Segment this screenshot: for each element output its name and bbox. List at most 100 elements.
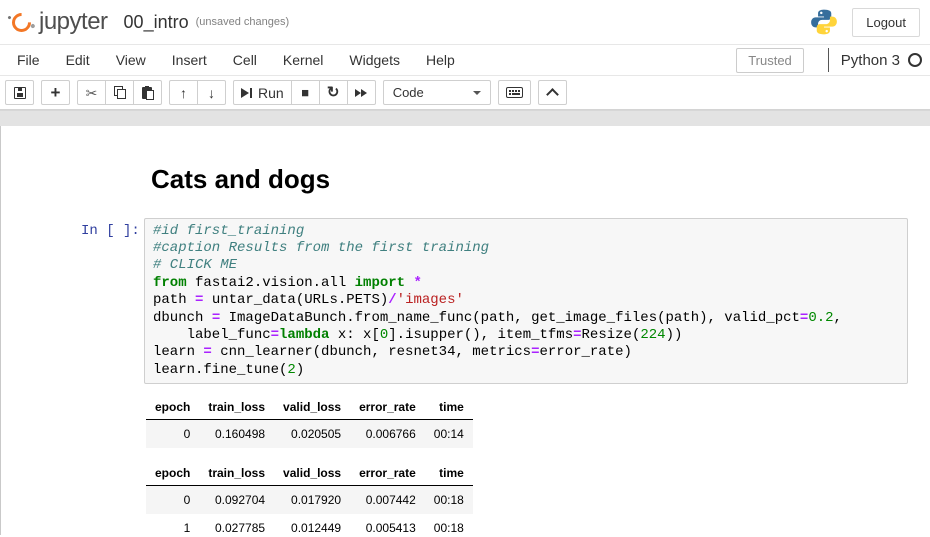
scroll-up-button[interactable] bbox=[538, 80, 567, 105]
menu-insert[interactable]: Insert bbox=[159, 45, 220, 75]
output-area: epochtrain_lossvalid_losserror_ratetime0… bbox=[146, 395, 930, 537]
move-cell-down-button[interactable]: ↓ bbox=[197, 80, 226, 105]
column-header: train_loss bbox=[199, 461, 274, 486]
floppy-icon bbox=[14, 87, 26, 99]
arrow-up-icon: ↑ bbox=[180, 86, 187, 100]
toolbar-group: + bbox=[41, 80, 70, 105]
paste-cell-button[interactable] bbox=[133, 80, 162, 105]
menu-file[interactable]: File bbox=[4, 45, 53, 75]
fast-forward-icon bbox=[355, 88, 368, 98]
scissors-icon: ✂ bbox=[86, 86, 98, 100]
output-table: epochtrain_lossvalid_losserror_ratetime0… bbox=[146, 461, 473, 537]
restart-icon: ↻ bbox=[327, 85, 340, 100]
cell-value: 0.020505 bbox=[274, 420, 350, 449]
caret-down-icon bbox=[473, 91, 481, 95]
command-palette-button[interactable] bbox=[498, 80, 531, 105]
column-header: error_rate bbox=[350, 395, 425, 420]
toolbar-group: ↑↓ bbox=[169, 80, 226, 105]
jupyter-logo-icon bbox=[8, 9, 35, 36]
toolbar: +✂↑↓Run■↻ Code bbox=[0, 76, 930, 110]
cell-value: 0.006766 bbox=[350, 420, 425, 449]
arrow-down-icon: ↓ bbox=[208, 86, 215, 100]
restart-run-all-button[interactable] bbox=[347, 80, 376, 105]
table-row: 00.1604980.0205050.00676600:14 bbox=[146, 420, 473, 449]
menu-cell[interactable]: Cell bbox=[220, 45, 270, 75]
column-header: time bbox=[425, 395, 473, 420]
cell-value: 0.027785 bbox=[199, 514, 274, 537]
column-header: error_rate bbox=[350, 461, 425, 486]
column-header: train_loss bbox=[199, 395, 274, 420]
save-notebook-button[interactable] bbox=[5, 80, 34, 105]
table-row: 10.0277850.0124490.00541300:18 bbox=[146, 514, 473, 537]
table-row: 00.0927040.0179200.00744200:18 bbox=[146, 486, 473, 515]
jupyter-logo[interactable]: jupyter bbox=[12, 8, 108, 36]
site-background-strip bbox=[0, 110, 930, 126]
stop-icon: ■ bbox=[301, 86, 309, 99]
column-header: epoch bbox=[146, 395, 199, 420]
cell-value: 0.092704 bbox=[199, 486, 274, 515]
code-area: #id first_training#caption Results from … bbox=[153, 223, 899, 380]
menu-help[interactable]: Help bbox=[413, 45, 468, 75]
output-table: epochtrain_lossvalid_losserror_ratetime0… bbox=[146, 395, 473, 448]
cell-value: 00:18 bbox=[425, 486, 473, 515]
code-line: #caption Results from the first training bbox=[153, 240, 899, 257]
code-line: dbunch = ImageDataBunch.from_name_func(p… bbox=[153, 310, 899, 327]
cell-value: 0.012449 bbox=[274, 514, 350, 537]
column-header: valid_loss bbox=[274, 395, 350, 420]
cell-type-selected: Code bbox=[393, 85, 424, 100]
insert-cell-below-button[interactable]: + bbox=[41, 80, 70, 105]
toolbar-group: ✂ bbox=[77, 80, 162, 105]
trusted-badge[interactable]: Trusted bbox=[736, 48, 804, 73]
cut-cell-button[interactable]: ✂ bbox=[77, 80, 106, 105]
cell-value: 0 bbox=[146, 486, 199, 515]
menu-edit[interactable]: Edit bbox=[53, 45, 103, 75]
run-cell-label: Run bbox=[258, 85, 284, 101]
cell-value: 0.160498 bbox=[199, 420, 274, 449]
toolbar-group bbox=[5, 80, 34, 105]
menu-widgets[interactable]: Widgets bbox=[336, 45, 413, 75]
cell-value: 0.005413 bbox=[350, 514, 425, 537]
cell-value: 0.007442 bbox=[350, 486, 425, 515]
cell-value: 0 bbox=[146, 420, 199, 449]
move-cell-up-button[interactable]: ↑ bbox=[169, 80, 198, 105]
column-header: valid_loss bbox=[274, 461, 350, 486]
plus-icon: + bbox=[51, 84, 61, 101]
code-line: # CLICK ME bbox=[153, 257, 899, 274]
run-cell-button[interactable]: Run bbox=[233, 80, 292, 105]
menubar-right: Trusted Python 3 bbox=[736, 48, 930, 73]
code-line: #id first_training bbox=[153, 223, 899, 240]
kernel-idle-icon bbox=[908, 53, 922, 67]
cell-value: 00:14 bbox=[425, 420, 473, 449]
copy-icon bbox=[114, 86, 126, 99]
chevron-up-icon bbox=[546, 88, 559, 101]
code-line: path = untar_data(URLs.PETS)/'images' bbox=[153, 292, 899, 309]
logo-dot bbox=[30, 23, 36, 29]
column-header: time bbox=[425, 461, 473, 486]
step-forward-icon bbox=[241, 88, 253, 98]
toolbar-group: Run ■ ↻ bbox=[233, 80, 376, 105]
notebook-title[interactable]: 00_intro bbox=[124, 12, 189, 33]
toolbar-button-groups: +✂↑↓Run■↻ bbox=[5, 80, 376, 105]
menu-kernel[interactable]: Kernel bbox=[270, 45, 336, 75]
autosave-status: (unsaved changes) bbox=[196, 16, 290, 28]
cell-type-dropdown[interactable]: Code bbox=[383, 80, 491, 105]
restart-kernel-button[interactable]: ↻ bbox=[319, 80, 348, 105]
logout-button[interactable]: Logout bbox=[852, 8, 920, 37]
code-line: learn.fine_tune(2) bbox=[153, 362, 899, 379]
cell-value: 1 bbox=[146, 514, 199, 537]
logo-dot bbox=[7, 15, 11, 19]
markdown-heading[interactable]: Cats and dogs bbox=[151, 165, 930, 194]
toolbar-group bbox=[498, 80, 531, 105]
menu-view[interactable]: View bbox=[103, 45, 159, 75]
code-line: learn = cnn_learner(dbunch, resnet34, me… bbox=[153, 344, 899, 361]
cell-value: 0.017920 bbox=[274, 486, 350, 515]
notebook-container: Cats and dogs In [ ]: #id first_training… bbox=[0, 126, 930, 535]
interrupt-kernel-button[interactable]: ■ bbox=[291, 80, 320, 105]
code-line: label_func=lambda x: x[0].isupper(), ite… bbox=[153, 327, 899, 344]
jupyter-logo-text: jupyter bbox=[39, 8, 108, 36]
code-cell[interactable]: In [ ]: #id first_training#caption Resul… bbox=[1, 218, 930, 385]
column-header: epoch bbox=[146, 461, 199, 486]
copy-cell-button[interactable] bbox=[105, 80, 134, 105]
code-input-area[interactable]: #id first_training#caption Results from … bbox=[144, 218, 908, 385]
toolbar-group bbox=[538, 80, 567, 105]
